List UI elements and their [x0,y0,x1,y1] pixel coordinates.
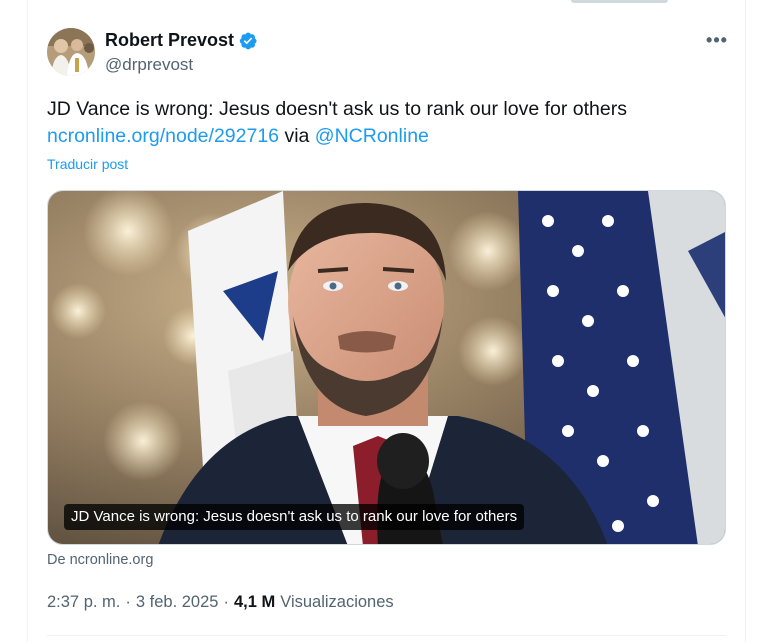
tweet-link-line: ncronline.org/node/292716 via @NCRonline [47,123,727,150]
author-name-row: Robert Prevost [105,30,258,51]
views-label[interactable]: Visualizaciones [280,593,393,612]
more-horizontal-icon: ••• [706,30,728,50]
card-source[interactable]: De ncronline.org [47,552,153,568]
mention-link[interactable]: @NCRonline [315,125,429,147]
avatar-image [47,28,95,76]
article-link[interactable]: ncronline.org/node/292716 [47,125,279,147]
tweet-text: JD Vance is wrong: Jesus doesn't ask us … [47,96,727,150]
avatar[interactable] [47,28,95,76]
tweet-time[interactable]: 2:37 p. m. [47,593,120,612]
more-options-button[interactable]: ••• [700,26,734,54]
meta-separator: · [223,593,229,611]
author-handle[interactable]: @drprevost [105,55,193,75]
tweet: Robert Prevost @drprevost ••• JD Vance i… [28,0,745,642]
views-count[interactable]: 4,1 M [234,593,275,612]
card-image [48,191,725,544]
verified-badge-icon [238,31,258,51]
link-card[interactable]: JD Vance is wrong: Jesus doesn't ask us … [47,190,726,545]
tweet-date[interactable]: 3 feb. 2025 [136,593,219,612]
tweet-text-line: JD Vance is wrong: Jesus doesn't ask us … [47,98,627,120]
meta-separator: · [125,593,131,611]
divider [47,635,726,636]
card-caption: JD Vance is wrong: Jesus doesn't ask us … [64,504,525,530]
via-text: via [279,125,315,147]
author-display-name[interactable]: Robert Prevost [105,30,234,51]
tweet-meta: 2:37 p. m. · 3 feb. 2025 · 4,1 M Visuali… [47,593,394,612]
column-border-right [745,0,746,642]
translate-post-button[interactable]: Traducir post [47,156,128,172]
